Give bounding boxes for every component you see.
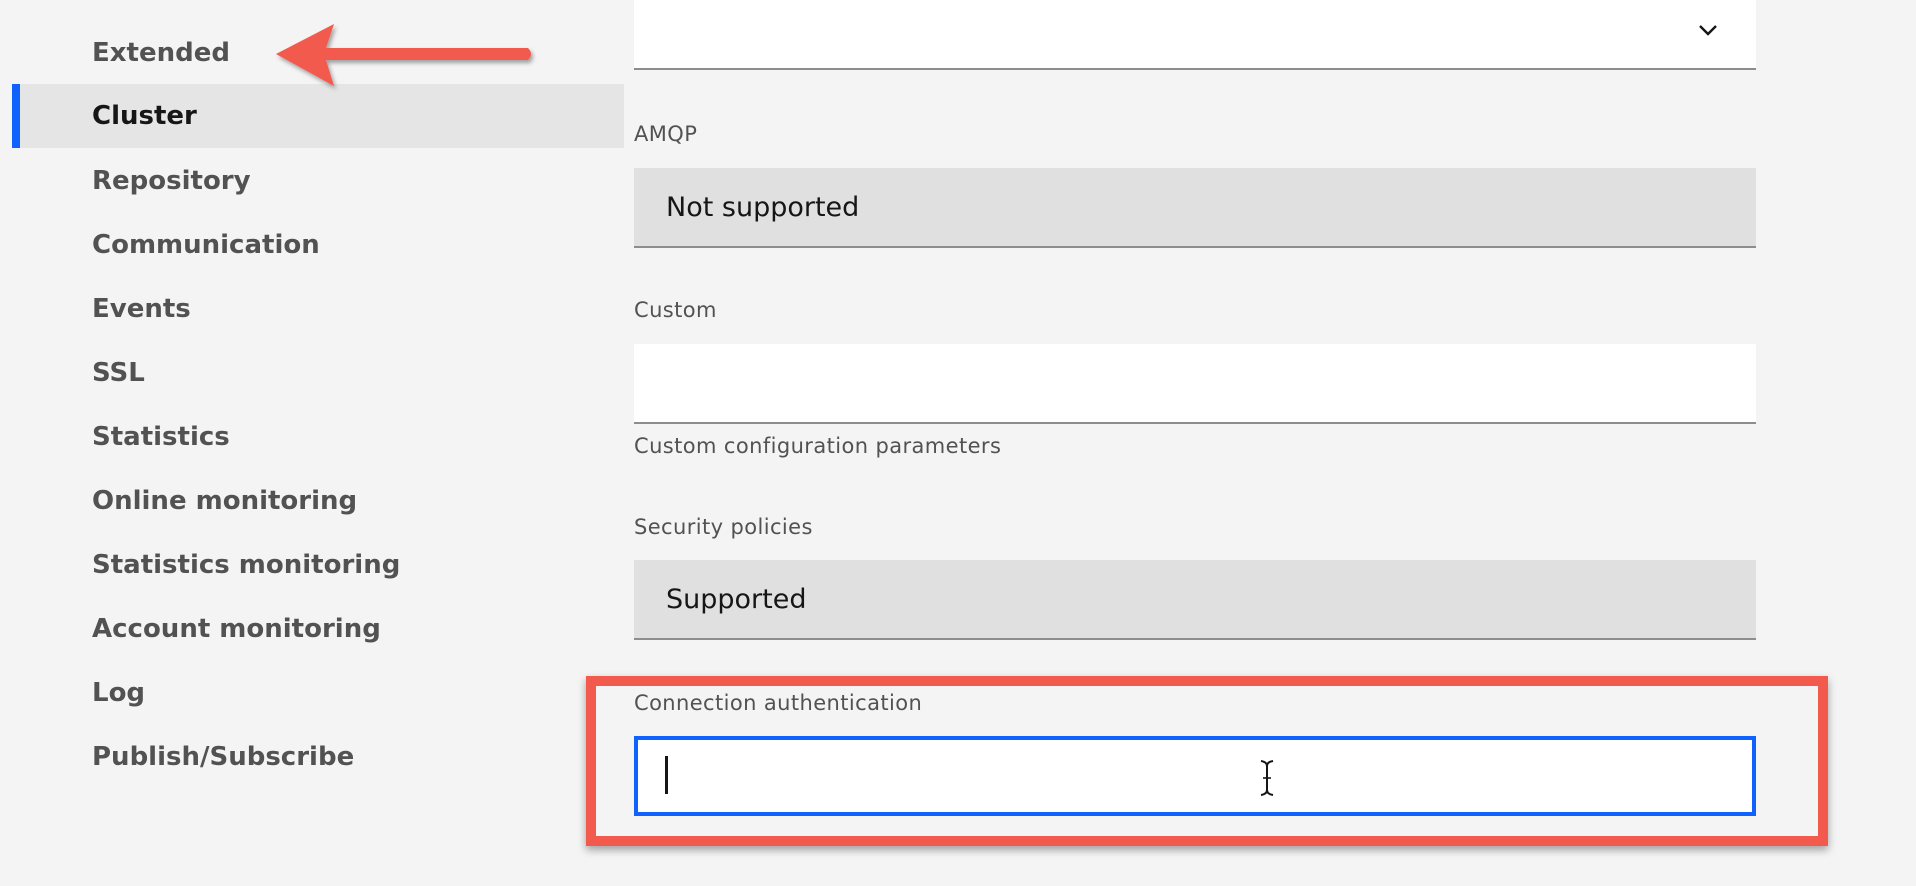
custom-helper-text: Custom configuration parameters bbox=[634, 434, 1002, 458]
sidebar-item-label: Statistics monitoring bbox=[92, 550, 401, 580]
amqp-label: AMQP bbox=[634, 122, 698, 146]
custom-label: Custom bbox=[634, 298, 717, 322]
sidebar-item-repository[interactable]: Repository bbox=[12, 149, 624, 213]
connection-authentication-label: Connection authentication bbox=[634, 691, 923, 715]
sidebar-item-label: Publish/Subscribe bbox=[92, 742, 355, 772]
sidebar-item-cluster[interactable]: Cluster bbox=[12, 84, 624, 148]
sidebar-nav: Extended Cluster Repository Communicatio… bbox=[0, 0, 624, 886]
sidebar-item-statistics[interactable]: Statistics bbox=[12, 405, 624, 469]
sidebar-item-account-monitoring[interactable]: Account monitoring bbox=[12, 597, 624, 661]
sidebar-item-statistics-monitoring[interactable]: Statistics monitoring bbox=[12, 533, 624, 597]
amqp-value: Not supported bbox=[634, 168, 1756, 248]
sidebar-item-label: SSL bbox=[92, 358, 145, 388]
chevron-down-icon bbox=[1699, 25, 1717, 36]
security-policies-value: Supported bbox=[634, 560, 1756, 640]
connection-authentication-input[interactable] bbox=[634, 736, 1756, 816]
sidebar-item-label: Communication bbox=[92, 230, 320, 260]
sidebar-item-label: Account monitoring bbox=[92, 614, 381, 644]
sidebar-item-label: Statistics bbox=[92, 422, 230, 452]
sidebar-item-label: Extended bbox=[92, 38, 230, 68]
sidebar-item-publish-subscribe[interactable]: Publish/Subscribe bbox=[12, 725, 624, 789]
sidebar-item-label: Online monitoring bbox=[92, 486, 358, 516]
custom-input[interactable] bbox=[634, 344, 1756, 424]
sidebar-item-ssl[interactable]: SSL bbox=[12, 341, 624, 405]
sidebar-item-communication[interactable]: Communication bbox=[12, 213, 624, 277]
sidebar-item-events[interactable]: Events bbox=[12, 277, 624, 341]
sidebar-item-label: Events bbox=[92, 294, 191, 324]
sidebar-item-label: Log bbox=[92, 678, 146, 708]
sidebar-item-label: Cluster bbox=[92, 101, 197, 131]
connection-authentication-field bbox=[634, 736, 1756, 816]
dropdown-select[interactable] bbox=[634, 0, 1756, 70]
sidebar-item-online-monitoring[interactable]: Online monitoring bbox=[12, 469, 624, 533]
sidebar-item-extended[interactable]: Extended bbox=[12, 21, 624, 85]
sidebar-item-log[interactable]: Log bbox=[12, 661, 624, 725]
sidebar-item-label: Repository bbox=[92, 166, 251, 196]
security-policies-label: Security policies bbox=[634, 515, 813, 539]
